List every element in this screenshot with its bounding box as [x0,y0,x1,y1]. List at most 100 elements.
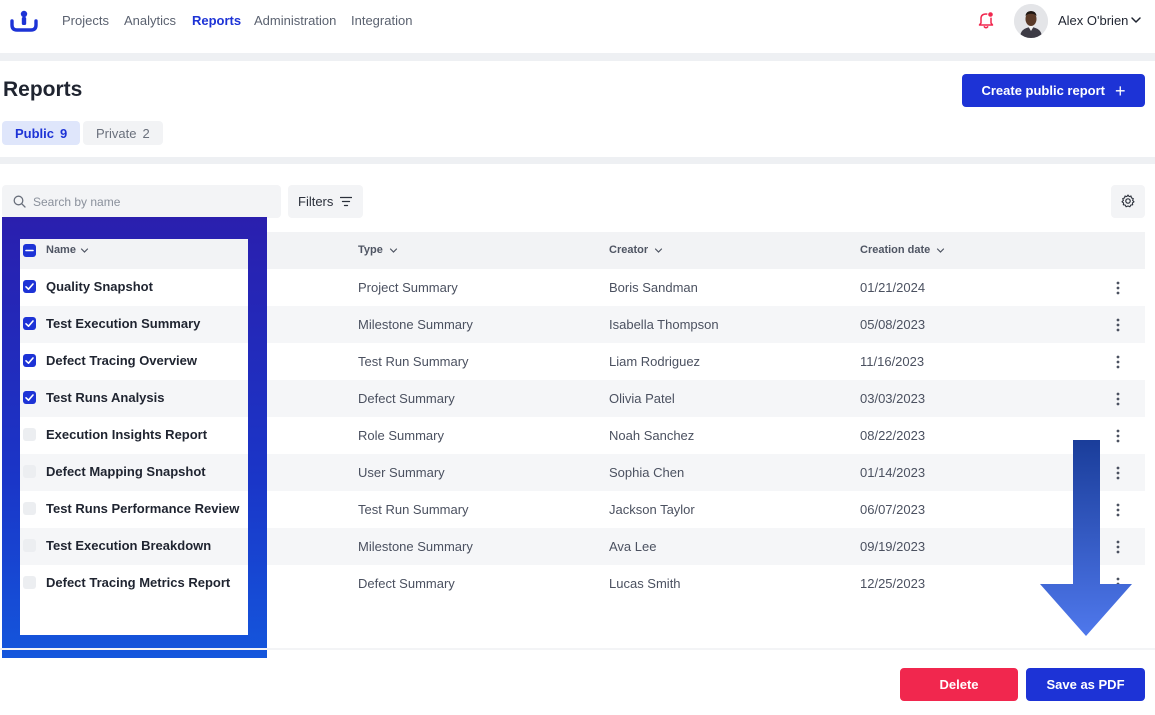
report-name[interactable]: Execution Insights Report [46,427,207,442]
report-creator: Isabella Thompson [609,317,719,332]
checkmark-icon [25,283,34,290]
report-creation-date: 09/19/2023 [860,539,926,554]
report-type: User Summary [358,465,445,480]
row-checkbox[interactable] [23,391,36,404]
section-divider [0,157,1155,164]
row-checkbox[interactable] [23,280,36,293]
report-name[interactable]: Test Execution Breakdown [46,538,211,553]
highlight-row[interactable]: Test Execution Breakdown [20,528,248,565]
checkmark-icon [25,394,34,401]
down-arrow-annotation-icon [1040,440,1132,636]
report-name[interactable]: Test Runs Performance Review [46,501,239,516]
report-creator: Sophia Chen [609,465,685,480]
report-creator: Ava Lee [609,539,657,554]
footer-divider [0,648,1155,650]
column-header-creator[interactable]: Creator [609,244,663,256]
report-creator: Boris Sandman [609,280,698,295]
table-settings-button[interactable] [1111,185,1145,218]
report-creation-date: 01/14/2023 [860,465,926,480]
create-public-report-button[interactable]: Create public report + [962,74,1145,107]
report-creator: Jackson Taylor [609,502,695,517]
report-type: Project Summary [358,280,458,295]
filters-label: Filters [298,194,334,209]
report-name[interactable]: Defect Tracing Overview [46,353,197,368]
search-box[interactable] [2,185,281,218]
report-name[interactable]: Test Execution Summary [46,316,200,331]
row-checkbox[interactable] [23,539,36,552]
column-header-type[interactable]: Type [358,244,398,256]
more-options-icon[interactable] [1110,391,1126,407]
app-logo-icon[interactable] [9,9,39,33]
highlight-row[interactable]: Test Runs Performance Review [20,491,248,528]
create-button-label: Create public report [981,83,1105,98]
top-navigation: Projects Analytics Reports Administratio… [0,0,1155,42]
more-options-icon[interactable] [1110,317,1126,333]
chevron-down-icon [937,247,945,253]
row-checkbox[interactable] [23,354,36,367]
select-all-checkbox[interactable] [23,244,36,257]
report-creation-date: 03/03/2023 [860,391,926,406]
column-header-creation-date[interactable]: Creation date [860,244,945,256]
avatar-portrait-icon [1014,4,1048,38]
row-checkbox[interactable] [23,317,36,330]
report-type: Defect Summary [358,391,455,406]
highlight-row[interactable]: Defect Tracing Metrics Report [20,565,248,602]
nav-administration[interactable]: Administration [254,13,336,28]
tab-private[interactable]: Private 2 [83,121,163,145]
nav-projects[interactable]: Projects [62,13,109,28]
more-options-icon[interactable] [1110,354,1126,370]
filters-button[interactable]: Filters [288,185,363,218]
chevron-down-icon [389,247,397,253]
tab-count: 9 [60,125,68,141]
tab-count: 2 [142,125,150,141]
report-type: Milestone Summary [358,539,473,554]
report-creation-date: 11/16/2023 [860,354,925,369]
column-label: Name [46,244,76,256]
highlight-row[interactable]: Execution Insights Report [20,417,248,454]
highlight-row[interactable]: Defect Mapping Snapshot [20,454,248,491]
chevron-down-icon [80,248,89,253]
chevron-down-icon [655,247,663,253]
report-creation-date: 12/25/2023 [860,576,926,591]
row-checkbox[interactable] [23,428,36,441]
report-name[interactable]: Defect Tracing Metrics Report [46,575,230,590]
user-name[interactable]: Alex O'brien [1058,13,1128,28]
report-creator: Liam Rodriguez [609,354,701,369]
nav-analytics[interactable]: Analytics [124,13,176,28]
report-type: Defect Summary [358,576,455,591]
more-options-icon[interactable] [1110,280,1126,296]
report-type: Test Run Summary [358,354,469,369]
highlight-row[interactable]: Defect Tracing Overview [20,343,248,380]
report-type: Test Run Summary [358,502,469,517]
nav-reports[interactable]: Reports [192,13,241,28]
column-label: Creator [609,244,649,256]
report-name[interactable]: Test Runs Analysis [46,390,164,405]
tab-label: Private [96,125,137,141]
report-creator: Lucas Smith [609,576,681,591]
section-divider [0,53,1155,61]
row-checkbox[interactable] [23,576,36,589]
notification-bell-icon[interactable] [976,10,996,30]
report-type: Role Summary [358,428,444,443]
row-checkbox[interactable] [23,502,36,515]
save-as-pdf-button[interactable]: Save as PDF [1026,668,1145,701]
column-label: Creation date [860,244,931,256]
delete-button[interactable]: Delete [900,668,1018,701]
minus-icon [25,249,34,252]
highlight-row[interactable]: Quality Snapshot [20,269,248,306]
report-name[interactable]: Quality Snapshot [46,279,153,294]
report-creator: Olivia Patel [609,391,675,406]
highlight-row[interactable]: Test Runs Analysis [20,380,248,417]
search-icon [13,195,26,208]
highlight-row[interactable]: Test Execution Summary [20,306,248,343]
row-checkbox[interactable] [23,465,36,478]
search-input[interactable] [33,192,273,212]
report-name[interactable]: Defect Mapping Snapshot [46,464,206,479]
nav-integration[interactable]: Integration [351,13,412,28]
user-avatar[interactable] [1014,4,1048,38]
tab-public[interactable]: Public 9 [2,121,81,145]
gear-icon [1121,194,1135,208]
checkmark-icon [25,320,34,327]
chevron-down-icon[interactable] [1130,14,1142,26]
report-creation-date: 08/22/2023 [860,428,926,443]
